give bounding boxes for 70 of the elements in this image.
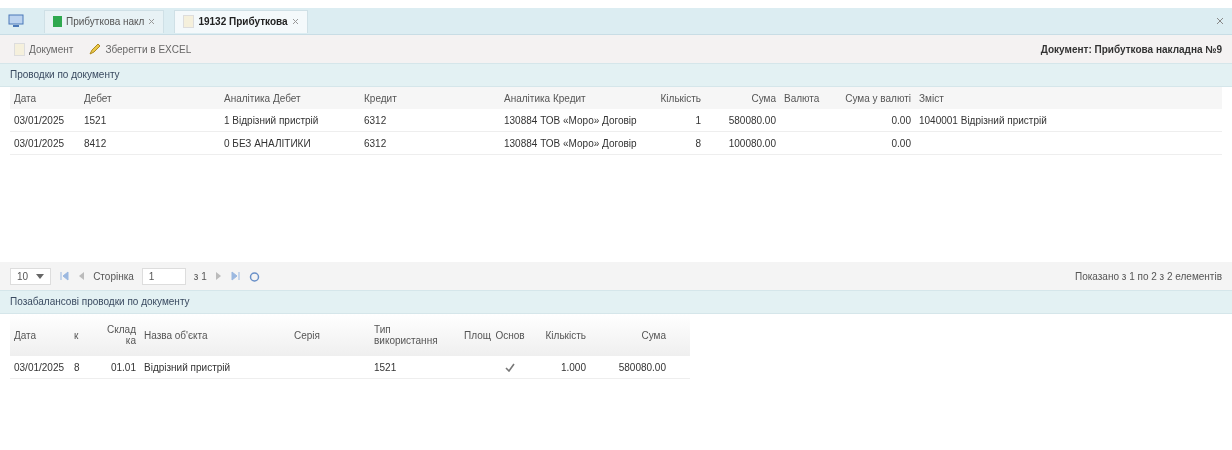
table-cell: 01.01 [110,361,136,373]
table-cell: 8412 [84,137,107,149]
column-header[interactable]: Аналітика Дебет [220,92,360,104]
toolbar-button[interactable]: Документ [10,40,78,58]
column-header[interactable]: Площ [460,329,490,341]
table-cell: 03/01/2025 [14,114,65,126]
column-header[interactable]: Дата [10,92,80,104]
table-cell: 130884 ТОВ «Моро» Договір [504,137,637,149]
section-header: Позабалансові проводки по документу [0,290,1232,314]
page-count: з 1 [193,270,207,282]
column-header[interactable]: Кількість [530,329,590,341]
table-cell: 03/01/2025 [14,361,65,373]
toolbar-button[interactable]: Зберегти в EXCEL [85,41,196,57]
column-header[interactable]: Сума [705,92,780,104]
column-header[interactable]: Дата [10,329,70,341]
column-header[interactable]: Сума у валюті [830,92,915,104]
column-header[interactable]: Кількість [650,92,705,104]
column-header[interactable]: Дебет [80,92,220,104]
column-header[interactable]: Основ [490,329,530,341]
table-cell: 130884 ТОВ «Моро» Договір [504,114,637,126]
document-title: Документ: Прибуткова накладна №9 [1040,43,1222,55]
refresh-icon[interactable] [248,270,260,282]
document-icon [183,15,195,28]
table-cell: 580080.00 [618,361,666,373]
page-size-select[interactable]: 10 [10,267,52,285]
pager-summary: Показано з 1 по 2 з 2 елементів [1075,270,1222,282]
spreadsheet-icon [53,16,62,27]
table-cell: 1521 [374,361,397,373]
column-header[interactable]: Серія [290,329,370,341]
page-input[interactable]: 1 [141,267,186,285]
column-header[interactable]: Зміст [915,92,1085,104]
last-page-icon[interactable] [230,271,241,281]
column-header[interactable]: Валюта [780,92,830,104]
column-header[interactable]: Сума [590,329,670,341]
first-page-icon[interactable] [59,271,70,281]
table-cell: 6312 [364,137,387,149]
caret-icon [36,273,45,279]
page-label: Сторінка [93,270,134,282]
column-header[interactable]: Тип використання [370,324,460,346]
monitor-icon[interactable] [8,14,24,28]
table-cell: 1040001 Відрізний пристрій [919,114,1047,126]
table-cell: 100080.00 [728,137,776,149]
tab[interactable]: Прибуткова накл [44,9,165,33]
table-cell: 0.00 [891,137,911,149]
column-header[interactable]: Аналітика Кредит [500,92,650,104]
table-cell: 0 БЕЗ АНАЛІТИКИ [224,137,311,149]
column-header[interactable]: к [70,329,98,341]
table-cell: 8 [695,137,701,149]
table-cell: 1 [695,114,701,126]
close-icon[interactable] [1216,17,1224,25]
table-cell: 1.000 [560,361,586,373]
table-cell: 6312 [364,114,387,126]
table-cell: 580080.00 [728,114,776,126]
previous-page-icon[interactable] [77,271,86,281]
table-cell: 1 Відрізний пристрій [224,114,319,126]
table-cell: 0.00 [891,114,911,126]
next-page-icon[interactable] [214,271,223,281]
section-header: Проводки по документу [0,63,1232,87]
column-header[interactable]: Склад ка [98,324,140,346]
column-header[interactable]: Назва об'єкта [140,329,290,341]
close-icon[interactable] [291,18,299,25]
pencil-icon [89,43,102,55]
close-icon[interactable] [148,18,156,25]
column-header[interactable]: Кредит [360,92,500,104]
table-cell: 8 [74,361,80,373]
tab[interactable]: 19132 Прибуткова [174,9,308,33]
document-icon [14,42,25,56]
table-cell: 1521 [84,114,107,126]
table-cell: Відрізний пристрій [144,361,231,373]
table-cell: 03/01/2025 [14,137,65,149]
